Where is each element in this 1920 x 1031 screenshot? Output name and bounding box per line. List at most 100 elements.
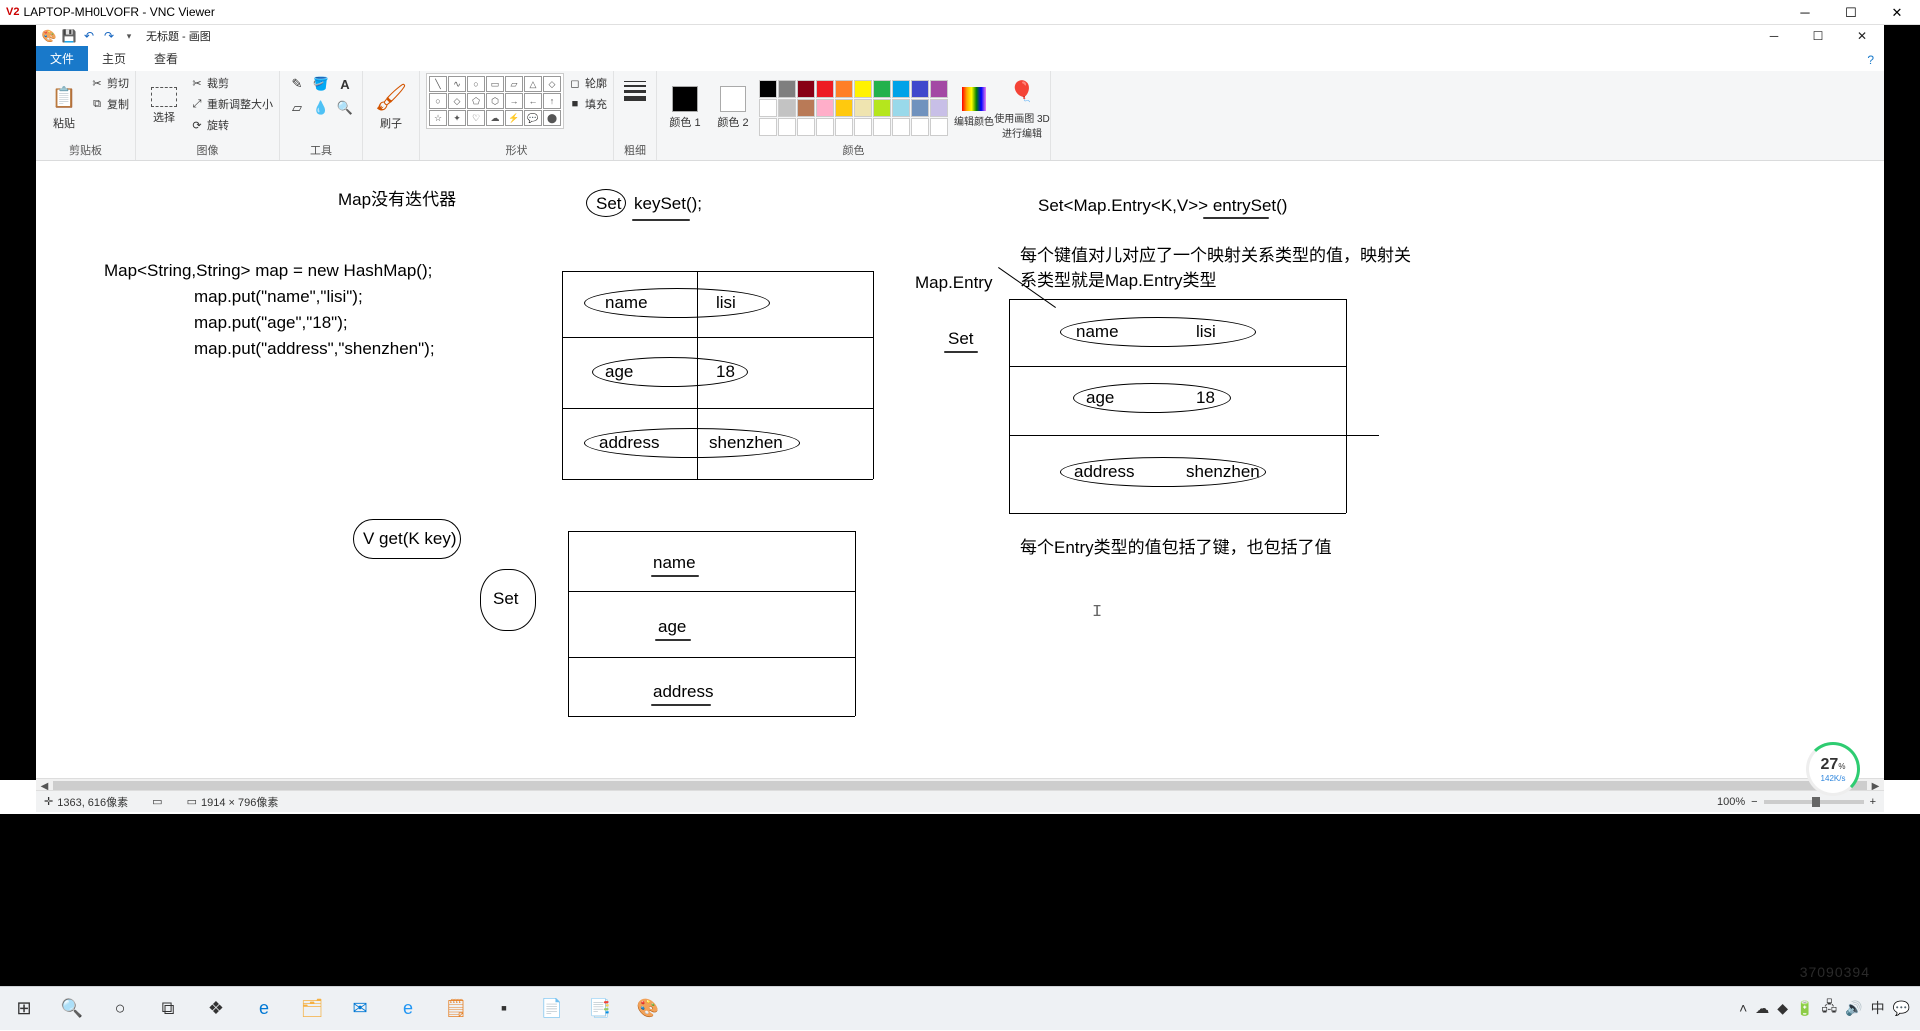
speed-widget[interactable]: 27% 142K/s [1806,742,1860,796]
palette-swatch[interactable] [854,99,872,117]
taskbar-edge[interactable]: e [240,987,288,1031]
taskbar-app-8[interactable]: 📄 [528,987,576,1031]
palette-swatch[interactable] [797,99,815,117]
canvas-text-note: Map没有迭代器 [338,185,456,210]
palette-swatch[interactable] [892,99,910,117]
palette-swatch[interactable] [911,80,929,98]
canvas[interactable]: Map没有迭代器 Map<String,String> map = new Ha… [36,161,1884,780]
t2-r3: address [653,682,713,702]
taskbar-mail[interactable]: ✉ [336,987,384,1031]
palette-empty[interactable] [797,118,815,136]
palette-swatch[interactable] [778,99,796,117]
cut-button[interactable]: ✂剪切 [90,73,129,93]
tray-volume-icon[interactable]: 🔊 [1845,1000,1862,1017]
t3-v3: shenzhen [1186,462,1260,482]
color1-button[interactable]: 颜色 1 [663,75,707,141]
paint3d-button[interactable]: 🎈使用画图 3D 进行编辑 [1000,75,1044,141]
tray-chevron-icon[interactable]: ˄ [1739,1000,1747,1016]
zoom-in-button[interactable]: + [1870,796,1876,808]
cortana-button[interactable]: ○ [96,987,144,1031]
tray-cloud-icon[interactable]: ☁ [1755,1000,1769,1017]
taskbar-cmd[interactable]: ▪ [480,987,528,1031]
taskbar-explorer[interactable]: 🗂 [288,987,336,1031]
qat-customize-button[interactable]: ▾ [120,27,138,45]
vnc-maximize-button[interactable]: ☐ [1828,0,1874,25]
shape-fill-button[interactable]: ■填充 [568,94,607,114]
edit-colors-button[interactable]: 编辑颜色 [952,75,996,141]
palette-swatch[interactable] [835,99,853,117]
color-palette[interactable] [759,80,948,136]
tray-battery-icon[interactable]: 🔋 [1796,1000,1813,1017]
eraser-tool[interactable]: ▱ [286,97,308,119]
brush-button[interactable]: 🖌刷子 [369,73,413,139]
help-icon[interactable]: ? [1857,49,1884,71]
palette-empty[interactable] [759,118,777,136]
palette-swatch[interactable] [930,80,948,98]
palette-swatch[interactable] [778,80,796,98]
paint-minimize-button[interactable]: ─ [1752,25,1796,47]
picker-tool[interactable]: 💧 [310,97,332,119]
tab-view[interactable]: 查看 [140,46,192,71]
color2-button[interactable]: 颜色 2 [711,75,755,141]
text-tool[interactable]: A [334,73,356,95]
fill-tool[interactable]: 🪣 [310,73,332,95]
palette-swatch[interactable] [892,80,910,98]
paste-button[interactable]: 📋 粘贴 [42,73,86,139]
palette-swatch[interactable] [873,99,891,117]
palette-empty[interactable] [873,118,891,136]
pencil-tool[interactable]: ✎ [286,73,308,95]
paint-close-button[interactable]: ✕ [1840,25,1884,47]
select-button[interactable]: 选择 [142,73,186,139]
palette-empty[interactable] [816,118,834,136]
palette-swatch[interactable] [759,99,777,117]
palette-empty[interactable] [854,118,872,136]
tray-notifications-icon[interactable]: 💬 [1893,1000,1910,1017]
palette-swatch[interactable] [911,99,929,117]
qat-redo-button[interactable]: ↷ [100,27,118,45]
taskbar-paint[interactable]: 🎨 [624,987,672,1031]
palette-swatch[interactable] [759,80,777,98]
crop-button[interactable]: ✂裁剪 [190,73,273,93]
vnc-close-button[interactable]: ✕ [1874,0,1920,25]
palette-swatch[interactable] [797,80,815,98]
palette-swatch[interactable] [816,80,834,98]
zoom-slider[interactable] [1764,800,1864,804]
shape-outline-button[interactable]: ◻轮廓 [568,73,607,93]
shapes-gallery[interactable]: ╲∿○▭▱△◇ ○◇⬠⬡→←↑ ☆✦♡☁⚡💬⬤ [426,73,564,129]
tab-file[interactable]: 文件 [36,46,88,71]
vnc-minimize-button[interactable]: ─ [1782,0,1828,25]
palette-empty[interactable] [892,118,910,136]
qat-undo-button[interactable]: ↶ [80,27,98,45]
vnc-bottom-border [0,814,1920,986]
palette-empty[interactable] [835,118,853,136]
taskbar-app-1[interactable]: ❖ [192,987,240,1031]
resize-button[interactable]: ⤢重新调整大小 [190,94,273,114]
taskview-button[interactable]: ⧉ [144,987,192,1031]
zoom-tool[interactable]: 🔍 [334,97,356,119]
paint-maximize-button[interactable]: ☐ [1796,25,1840,47]
palette-empty[interactable] [911,118,929,136]
search-button[interactable]: 🔍 [48,987,96,1031]
start-button[interactable]: ⊞ [0,987,48,1031]
tray-network-icon[interactable]: 🖧 [1822,996,1838,1020]
palette-swatch[interactable] [930,99,948,117]
size-button[interactable] [620,73,650,101]
qat-save-button[interactable]: 💾 [60,27,78,45]
taskbar-app-6[interactable]: 🗒 [432,987,480,1031]
palette-swatch[interactable] [835,80,853,98]
rotate-button[interactable]: ⟳旋转 [190,115,273,135]
copy-button[interactable]: ⧉复制 [90,94,129,114]
palette-swatch[interactable] [816,99,834,117]
palette-empty[interactable] [778,118,796,136]
tray-ime-icon[interactable]: 中 [1871,998,1885,1018]
palette-empty[interactable] [930,118,948,136]
zoom-value: 100% [1717,796,1745,808]
palette-swatch[interactable] [854,80,872,98]
zoom-out-button[interactable]: − [1751,796,1757,808]
taskbar-ie[interactable]: e [384,987,432,1031]
group-label-size: 粗细 [624,142,646,160]
tab-home[interactable]: 主页 [88,46,140,71]
taskbar-app-9[interactable]: 📑 [576,987,624,1031]
palette-swatch[interactable] [873,80,891,98]
tray-app-icon[interactable]: ◆ [1777,1000,1788,1017]
